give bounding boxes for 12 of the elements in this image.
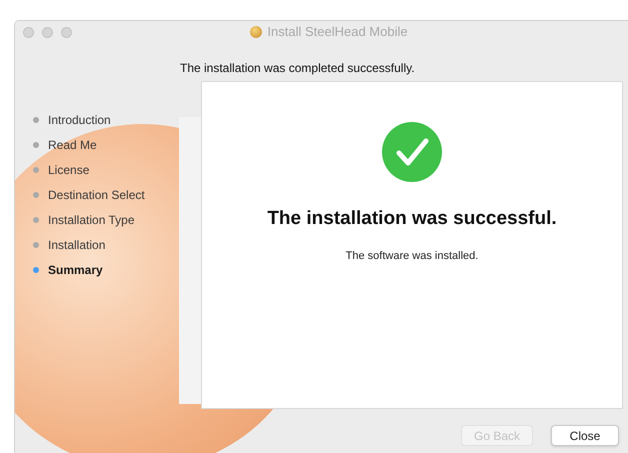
sidebar-item[interactable]: Summary xyxy=(33,261,179,279)
sidebar-item[interactable]: Installation xyxy=(33,236,179,254)
window-title: Install SteelHead Mobile xyxy=(267,23,408,42)
sidebar-item[interactable]: Installation Type xyxy=(33,211,179,229)
success-heading: The installation was successful. xyxy=(267,207,557,231)
success-message: The software was installed. xyxy=(346,248,478,264)
sidebar-item[interactable]: Destination Select xyxy=(33,186,179,204)
sidebar-item[interactable]: Introduction xyxy=(33,111,179,129)
header-text: The installation was completed successfully. xyxy=(180,60,416,77)
push-button[interactable]: Close xyxy=(551,425,619,446)
sidebar-item[interactable]: Read Me xyxy=(33,136,179,154)
sidebar-item[interactable]: License xyxy=(33,161,179,179)
